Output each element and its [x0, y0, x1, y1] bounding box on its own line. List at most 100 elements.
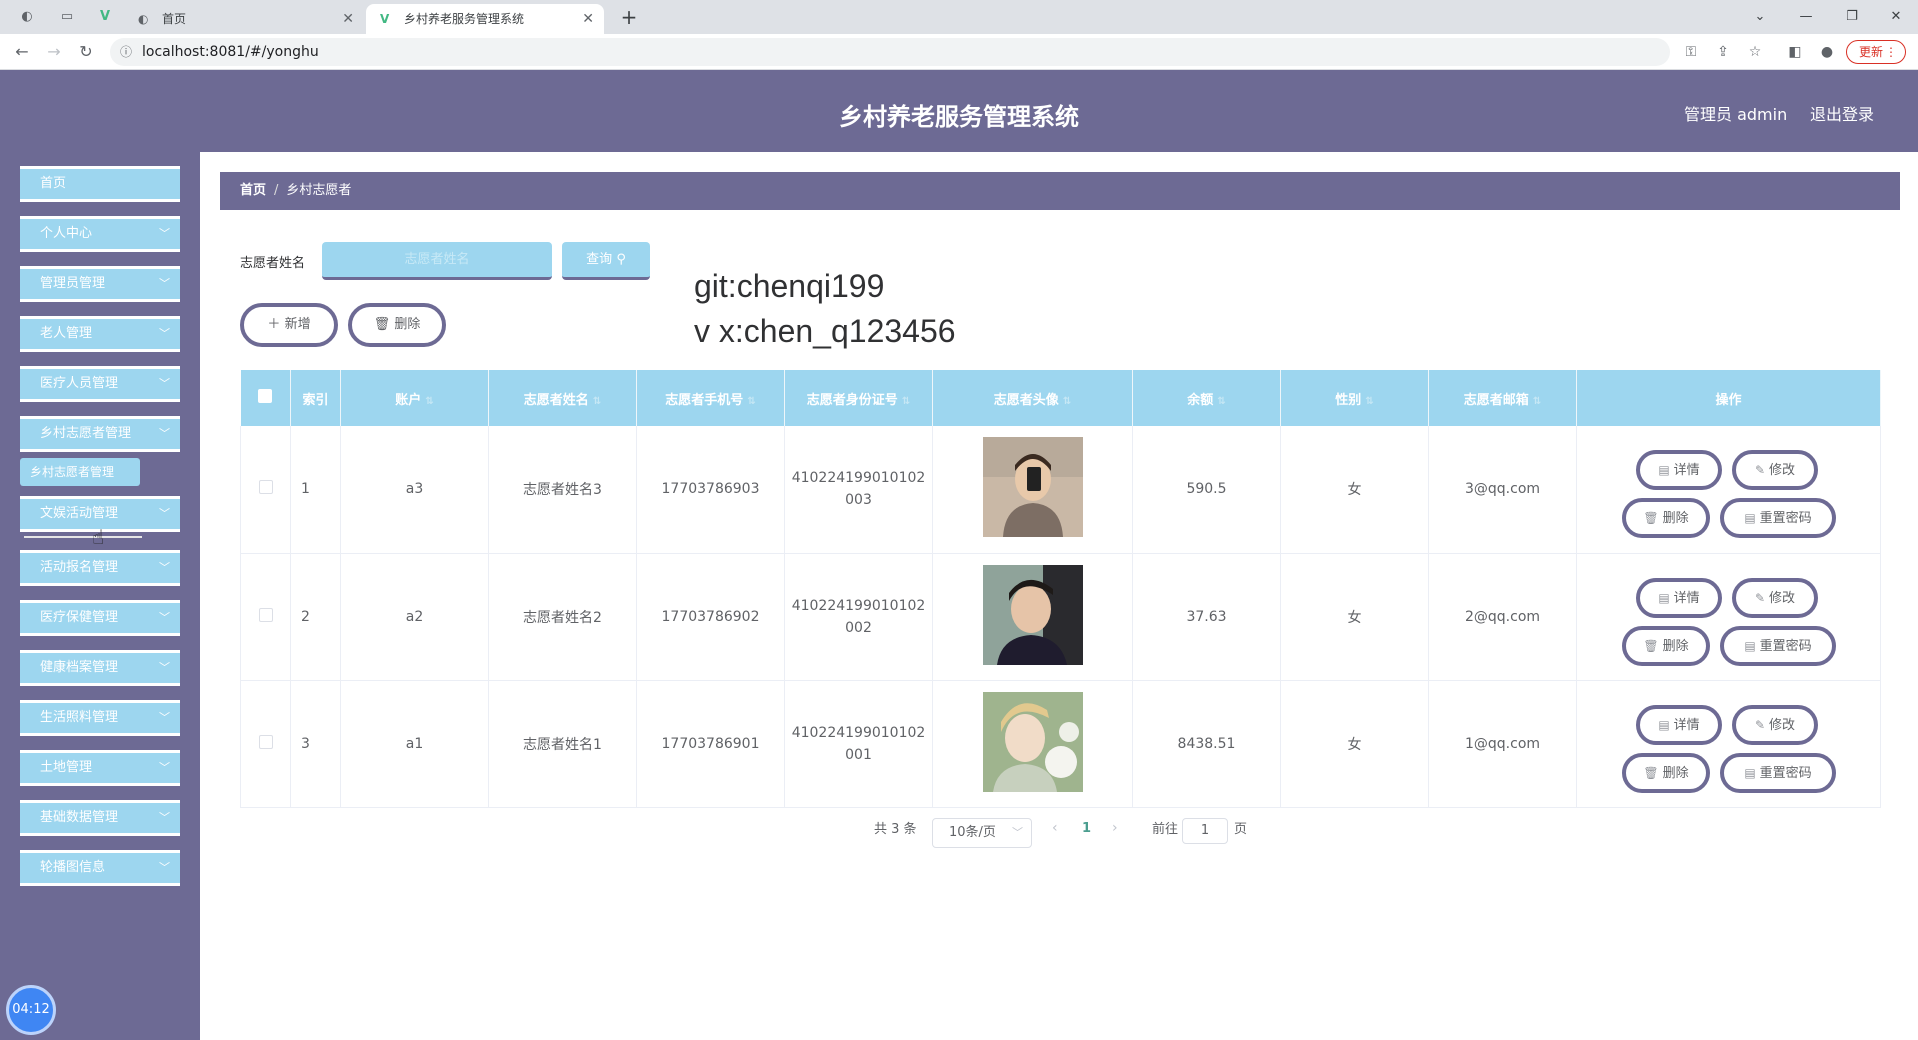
close-tab-icon[interactable]: ✕ [342, 4, 354, 34]
column-header[interactable]: 志愿者身份证号 ⇅ [784, 370, 933, 426]
profile-icon[interactable]: ● [1816, 42, 1838, 62]
share-icon[interactable]: ⇪ [1712, 42, 1734, 62]
column-header[interactable]: 志愿者邮箱 ⇅ [1428, 370, 1577, 426]
recording-timer[interactable]: 04:12 [6, 985, 56, 1035]
trash-icon: 🗑 [373, 317, 395, 332]
sort-icon[interactable]: ⇅ [1063, 396, 1071, 407]
avatar-image[interactable] [982, 437, 1083, 538]
new-tab-button[interactable]: + [616, 4, 642, 30]
forward-icon[interactable]: → [42, 40, 66, 64]
reset-password-button[interactable]: ▤ 重置密码 [1720, 625, 1836, 666]
sidebar-item-carousel[interactable]: 轮播图信息 ﹀ [20, 850, 180, 886]
logout-link[interactable]: 退出登录 [1810, 101, 1874, 125]
sidebar-item-home[interactable]: 首页 [20, 166, 180, 202]
minimize-button[interactable]: — [1786, 4, 1826, 30]
pinned-tab-icon[interactable]: ◐ [18, 8, 36, 26]
sidebar-item-healthcare[interactable]: 医疗保健管理 ﹀ [20, 600, 180, 636]
select-all-checkbox[interactable] [258, 389, 273, 403]
restore-button[interactable]: ❐ [1832, 4, 1872, 30]
header-label: 志愿者头像 [993, 392, 1059, 408]
document-icon: ▤ [1744, 638, 1756, 653]
goto-page-input[interactable]: 1 [1182, 818, 1228, 844]
add-button[interactable]: ＋ 新增 [240, 303, 338, 347]
row-checkbox[interactable] [258, 607, 273, 622]
goto-label: 前往 [1152, 822, 1179, 837]
close-tab-icon[interactable]: ✕ [582, 4, 594, 34]
close-window-button[interactable]: ✕ [1876, 4, 1916, 30]
page-size-select[interactable]: 10条/页 ﹀ [932, 818, 1032, 848]
star-icon[interactable]: ☆ [1744, 42, 1766, 62]
query-button[interactable]: 查询 ⚲ [562, 242, 650, 280]
sidebar-item-volunteers[interactable]: 乡村志愿者管理 ﹀ [20, 416, 180, 452]
sort-icon[interactable]: ⇅ [425, 396, 433, 407]
detail-button[interactable]: ▤ 详情 [1636, 450, 1722, 491]
sidebar-item-life-care[interactable]: 生活照料管理 ﹀ [20, 700, 180, 736]
cell-balance: 590.5 [1132, 426, 1281, 553]
edit-button[interactable]: ✎ 修改 [1732, 577, 1818, 618]
column-header[interactable]: 性别 ⇅ [1280, 370, 1429, 426]
cell-avatar [932, 426, 1133, 553]
row-checkbox[interactable] [258, 734, 273, 749]
avatar-image[interactable] [982, 691, 1083, 792]
sort-icon[interactable]: ⇅ [902, 396, 910, 407]
sidebar-item-base-data[interactable]: 基础数据管理 ﹀ [20, 800, 180, 836]
sidebar-item-health-records[interactable]: 健康档案管理 ﹀ [20, 650, 180, 686]
detail-button[interactable]: ▤ 详情 [1636, 577, 1722, 618]
submenu-item-volunteers[interactable]: 乡村志愿者管理 [20, 458, 140, 486]
row-delete-button[interactable]: 🗑 删除 [1622, 625, 1710, 666]
row-checkbox[interactable] [258, 480, 273, 495]
column-header[interactable]: 志愿者手机号 ⇅ [636, 370, 785, 426]
cell-account: a2 [340, 553, 489, 680]
update-button[interactable]: 更新 ⋮ [1846, 40, 1906, 64]
detail-button[interactable]: ▤ 详情 [1636, 704, 1722, 745]
sort-icon[interactable]: ⇅ [1533, 396, 1541, 407]
edit-button[interactable]: ✎ 修改 [1732, 704, 1818, 745]
breadcrumb-home[interactable]: 首页 [240, 183, 266, 198]
sidebar-item-registrations[interactable]: 活动报名管理 ﹀ [20, 550, 180, 586]
reset-password-button[interactable]: ▤ 重置密码 [1720, 752, 1836, 793]
key-icon[interactable]: ⚿ [1680, 42, 1702, 62]
sidebar-item-label: 乡村志愿者管理 [40, 426, 132, 441]
sort-icon[interactable]: ⇅ [593, 396, 601, 407]
select-all-cell[interactable] [240, 370, 291, 426]
info-icon[interactable]: ⓘ [120, 38, 132, 66]
cell-index: 3 [290, 680, 341, 807]
sort-icon[interactable]: ⇅ [1365, 396, 1373, 407]
sidebar-item-profile[interactable]: 个人中心 ﹀ [20, 216, 180, 252]
search-input[interactable] [322, 242, 552, 280]
chevron-down-icon: ﹀ [159, 377, 170, 390]
page-number-current[interactable]: 1 [1082, 821, 1091, 836]
avatar-image[interactable] [982, 564, 1083, 665]
column-header[interactable]: 志愿者头像 ⇅ [932, 370, 1133, 426]
url-field[interactable]: ⓘ localhost:8081/#/yonghu [110, 38, 1670, 66]
sort-icon[interactable]: ⇅ [1217, 396, 1225, 407]
cell-email: 2@qq.com [1428, 553, 1577, 680]
sidebar-item-land[interactable]: 土地管理 ﹀ [20, 750, 180, 786]
reload-icon[interactable]: ↻ [74, 40, 98, 64]
next-page-icon[interactable]: › [1112, 820, 1118, 836]
row-delete-button[interactable]: 🗑 删除 [1622, 498, 1710, 539]
sidepanel-icon[interactable]: ◧ [1784, 42, 1806, 62]
watermark-line: v x:chen_q123456 [694, 313, 956, 349]
submenu-item-label: 乡村志愿者管理 [30, 465, 115, 479]
sidebar-item-admins[interactable]: 管理员管理 ﹀ [20, 266, 180, 302]
edit-button[interactable]: ✎ 修改 [1732, 450, 1818, 491]
search-icon: ⚲ [616, 252, 626, 267]
column-header[interactable]: 余额 ⇅ [1132, 370, 1281, 426]
sidebar-item-elderly[interactable]: 老人管理 ﹀ [20, 316, 180, 352]
pinned-tab-icon[interactable]: ▭ [58, 8, 76, 26]
prev-page-icon[interactable]: ‹ [1052, 820, 1058, 836]
reset-password-button[interactable]: ▤ 重置密码 [1720, 498, 1836, 539]
row-delete-button[interactable]: 🗑 删除 [1622, 752, 1710, 793]
sort-icon[interactable]: ⇅ [747, 396, 755, 407]
admin-label: 管理员 admin [1684, 105, 1788, 124]
tab-search-icon[interactable]: ⌄ [1740, 4, 1780, 30]
back-icon[interactable]: ← [10, 40, 34, 64]
vue-tab-icon[interactable]: V [96, 8, 114, 26]
column-header[interactable]: 志愿者姓名 ⇅ [488, 370, 637, 426]
column-header[interactable]: 账户 ⇅ [340, 370, 489, 426]
delete-button[interactable]: 🗑 删除 [348, 303, 446, 347]
browser-tab-active[interactable]: V 乡村养老服务管理系统 ✕ [366, 4, 604, 34]
browser-tab-home[interactable]: ◐ 首页 ✕ [124, 4, 364, 34]
sidebar-item-medical-staff[interactable]: 医疗人员管理 ﹀ [20, 366, 180, 402]
